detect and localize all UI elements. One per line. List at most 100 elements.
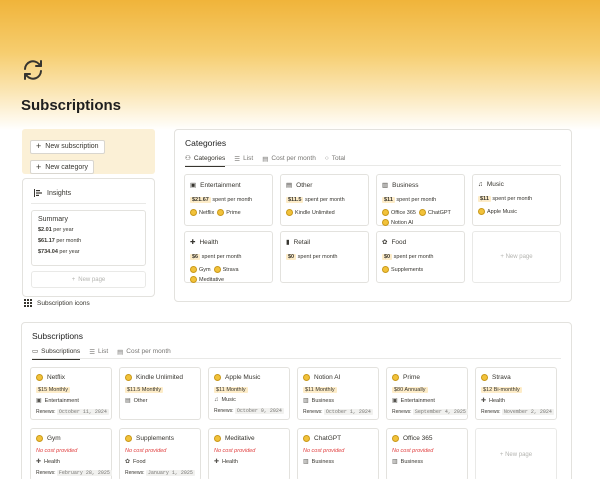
card-price: $11.5 Monthly [125,387,164,393]
subscription-card[interactable]: Apple Music $11 Monthly ♫ Music Renews: Octo… [208,367,290,420]
relation-notion-ai[interactable]: Notion AI [382,219,413,226]
card-category[interactable]: ✿ Food [125,458,195,466]
subscription-card[interactable]: Strava $12 Bi-monthly ✚ Health Renews: Novem… [475,367,557,420]
chatgpt-icon [418,209,426,216]
new-page-card[interactable]: + New page [475,428,557,479]
food-icon: ✿ [382,239,388,246]
subscription-card[interactable]: ChatGPT No cost provided ▥ Business [297,428,379,479]
card-price: $11 Monthly [214,387,248,393]
card-category[interactable]: ▥ Business [303,397,373,405]
summary-card[interactable]: Summary $2.01 per year $61.17 per month … [31,210,146,266]
new-page-label: New page [78,276,106,283]
card-title: Strava [492,374,511,381]
card-spend: $0 spent per month [286,254,338,260]
relation-office365[interactable]: Office 365 [382,209,416,216]
relation-kindle[interactable]: Kindle Unlimited [286,209,335,216]
relation-gym[interactable]: Gym [190,266,211,273]
category-card-retail[interactable]: ▮ Retail $0 spent per month [280,231,369,283]
card-title: Kindle Unlimited [136,374,183,381]
insights-tab[interactable]: Insights [34,189,71,197]
netflix-icon [190,209,197,216]
heart-pulse-icon: ✚ [190,239,196,246]
new-category-button[interactable]: + New category [30,160,95,174]
new-subscription-label: New subscription [45,143,99,150]
card-spend: $21.67 spent per month [190,197,253,203]
card-spend: $11 spent per month [382,197,437,203]
card-category[interactable]: ✚ Health [36,458,106,466]
category-card-music[interactable]: ♫ Music $11 spent per month Apple Music [472,174,561,226]
new-category-label: New category [45,163,89,171]
card-title: Business [392,181,419,189]
category-card-health[interactable]: ✚ Health $6 spent per month Gym Strava Me… [184,231,273,283]
kindle-icon [286,209,293,216]
card-title: Gym [47,435,61,442]
gym-icon [190,266,197,273]
refresh-icon[interactable] [21,58,45,82]
card-category[interactable]: ▥ Business [303,458,373,466]
relation-supplements[interactable]: Supplements [382,266,423,273]
card-category[interactable]: ▣ Entertainment [36,397,106,405]
relation-strava[interactable]: Strava [213,266,239,273]
card-title: Notion AI [314,374,341,381]
categories-title: Categories [185,138,227,148]
meditative-icon [214,435,221,442]
office-365-icon [392,435,399,442]
card-title: Prime [403,374,420,381]
card-title: Apple Music [225,374,261,381]
summary-title: Summary [38,216,68,223]
subscription-card[interactable]: Gym No cost provided ✚ Health Renews: Februa… [30,428,112,479]
card-title: Music [486,181,504,188]
category-card-other[interactable]: ▤ Other $11.5 spent per month Kindle Unli… [280,174,369,226]
prime-icon [392,374,399,381]
relation-chatgpt[interactable]: ChatGPT [418,209,451,216]
divider [31,203,146,204]
new-subscription-button[interactable]: + New subscription [30,139,105,154]
card-category[interactable]: ✚ Health [214,458,284,466]
chart-icon [34,189,42,197]
subscription-card[interactable]: Kindle Unlimited $11.5 Monthly ▤ Other [119,367,201,420]
subscription-card[interactable]: Prime $80 Annually ▣ Entertainment Renews: S… [386,367,468,420]
category-icon: ✚ [214,459,220,465]
subscriptions-panel: Subscriptions ▭ Subscriptions ☰ List ▤ Cost… [21,322,572,479]
relation-netflix[interactable]: Netflix [190,209,214,216]
card-title: Office 365 [403,435,433,442]
subscription-card[interactable]: Netflix $15 Monthly ▣ Entertainment Renews: … [30,367,112,420]
actions-callout: + New subscription + New category [22,129,155,174]
chart-icon: ▤ [117,348,124,356]
no-cost-text: No cost provided [392,448,434,454]
relation-apple-music[interactable]: Apple Music [478,208,517,215]
card-category[interactable]: ▣ Entertainment [392,397,462,405]
relation-meditative[interactable]: Meditative [190,276,224,283]
card-category[interactable]: ▤ Other [125,397,195,405]
card-category[interactable]: ✚ Health [481,397,551,405]
list-icon: ☰ [89,348,96,356]
subscription-card[interactable]: Notion AI $11 Monthly ▥ Business Renews: Oct… [297,367,379,420]
chart-icon: ▤ [262,155,269,163]
card-title: ChatGPT [314,435,342,442]
new-page-label: New page [505,254,533,260]
supplements-icon [382,266,389,273]
file-icon: ▤ [286,182,293,189]
card-title: Other [296,181,313,189]
relation-prime[interactable]: Prime [217,209,241,216]
card-renews: Renews: February 28, 2025 [36,470,112,476]
category-icon: ✚ [36,459,42,465]
category-card-business[interactable]: ▥ Business $11 spent per month Office 365… [376,174,465,226]
shop-icon: ▮ [286,239,290,246]
plus-icon: + [71,276,76,283]
new-page-card[interactable]: + New page [472,231,561,283]
card-spend: $6 spent per month [190,254,242,260]
card-category[interactable]: ♫ Music [214,397,284,403]
card-price: $80 Annually [392,387,428,393]
subscription-icons-link[interactable]: Subscription icons [24,299,90,307]
subscription-card[interactable]: Supplements No cost provided ✿ Food Renews: … [119,428,201,479]
category-card-food[interactable]: ✿ Food $0 spent per month Supplements [376,231,465,283]
category-card-entertainment[interactable]: ▣ Entertainment $21.67 spent per month Ne… [184,174,273,226]
new-page-button[interactable]: + New page [31,271,146,288]
card-renews: Renews: October 11, 2024 [36,409,109,415]
card-renews: Renews: October 9, 2024 [214,408,284,414]
insights-title: Insights [47,189,72,197]
subscription-card[interactable]: Meditative No cost provided ✚ Health [208,428,290,479]
card-category[interactable]: ▥ Business [392,458,462,466]
subscription-card[interactable]: Office 365 No cost provided ▥ Business [386,428,468,479]
